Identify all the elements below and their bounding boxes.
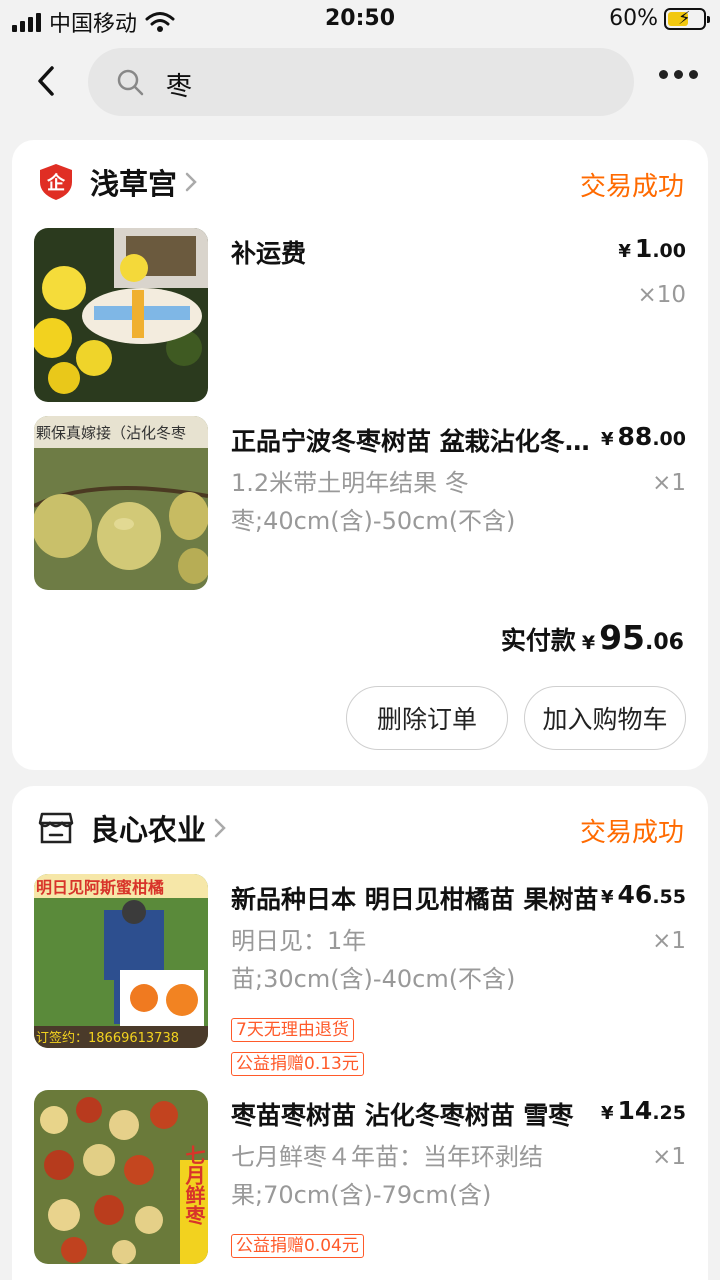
item-price: ¥14.25: [601, 1096, 686, 1125]
product-image[interactable]: 明日见阿斯蜜柑橘 订签约：18669613738: [34, 874, 208, 1048]
item-quantity: ×1: [652, 1144, 686, 1170]
svg-text:企: 企: [46, 172, 66, 194]
shop-name: 浅草宫: [90, 167, 178, 201]
image-caption: 颗保真嫁接（沾化冬枣: [36, 424, 186, 442]
order-item[interactable]: 七月鲜枣 枣苗枣树苗 沾化冬枣树苗 雪枣 七月鲜枣４年苗：当年环剥结果;70cm…: [34, 1090, 686, 1280]
item-title: 枣苗枣树苗 沾化冬枣树苗 雪枣: [231, 1101, 574, 1130]
status-bar: 中国移动 20:50 60% ⚡: [0, 0, 720, 40]
item-title: 补运费: [231, 239, 307, 268]
chevron-right-icon: [185, 172, 197, 192]
add-to-cart-button[interactable]: 加入购物车: [524, 686, 686, 750]
search-header: 枣: [0, 44, 720, 120]
order-card: 良心农业 交易成功 明日见阿斯蜜柑橘 订签约：18669613738 新品种日本…: [12, 786, 708, 1280]
shop-name: 良心农业: [90, 813, 207, 847]
item-sku: 明日见：1年苗;30cm(含)-40cm(不含): [231, 927, 516, 993]
store-icon: [38, 812, 74, 844]
shop-link[interactable]: 良心农业: [36, 806, 228, 850]
image-caption: 订签约：18669613738: [36, 1030, 179, 1046]
more-options-icon[interactable]: [659, 70, 698, 79]
product-image[interactable]: 七月鲜枣: [34, 1090, 208, 1264]
return-policy-tag: 7天无理由退货: [231, 1018, 354, 1042]
charity-tag: 公益捐赠0.04元: [231, 1234, 364, 1258]
image-caption: 七月鲜枣: [182, 1145, 206, 1226]
battery-icon: ⚡: [664, 7, 710, 30]
item-title: 新品种日本 明日见柑橘苗 果树苗: [231, 885, 599, 914]
order-item[interactable]: 明日见阿斯蜜柑橘 订签约：18669613738 新品种日本 明日见柑橘苗 果树…: [34, 874, 686, 1084]
delete-order-button[interactable]: 删除订单: [346, 686, 508, 750]
search-icon: [117, 69, 144, 96]
order-status: 交易成功: [579, 172, 684, 202]
item-price: ¥88.00: [601, 422, 686, 451]
item-sku: 1.2米带土明年结果 冬枣;40cm(含)-50cm(不含): [231, 469, 516, 535]
product-image[interactable]: 颗保真嫁接（沾化冬枣: [34, 416, 208, 590]
product-image[interactable]: [34, 228, 208, 402]
search-query: 枣: [166, 72, 193, 102]
order-card: 企 浅草宫 交易成功 补运费 ¥1.00 ×10 颗保真嫁接（沾化冬枣 正品宁波…: [12, 140, 708, 770]
item-sku: 七月鲜枣４年苗：当年环剥结果;70cm(含)-79cm(含): [231, 1143, 543, 1209]
order-status: 交易成功: [579, 818, 684, 848]
search-input[interactable]: 枣: [88, 48, 634, 116]
shop-link[interactable]: 企 浅草宫: [36, 160, 199, 204]
item-quantity: ×1: [652, 928, 686, 954]
item-price: ¥1.00: [618, 234, 686, 263]
item-quantity: ×10: [637, 282, 686, 308]
chevron-right-icon: [214, 818, 226, 838]
item-price: ¥46.55: [601, 880, 686, 909]
enterprise-shop-icon: 企: [40, 164, 72, 200]
back-icon[interactable]: [30, 58, 66, 104]
order-item[interactable]: 补运费 ¥1.00 ×10: [34, 228, 686, 402]
battery-percent: 60%: [609, 6, 658, 31]
item-title: 正品宁波冬枣树苗 盆栽沾化冬枣苗南北方种植: [231, 427, 603, 456]
item-quantity: ×1: [652, 470, 686, 496]
order-item[interactable]: 颗保真嫁接（沾化冬枣 正品宁波冬枣树苗 盆栽沾化冬枣苗南北方种植 1.2米带土明…: [34, 416, 686, 590]
charity-tag: 公益捐赠0.13元: [231, 1052, 364, 1076]
order-total: 实付款 ¥ 95 .06: [500, 618, 684, 657]
image-caption: 明日见阿斯蜜柑橘: [36, 878, 164, 897]
